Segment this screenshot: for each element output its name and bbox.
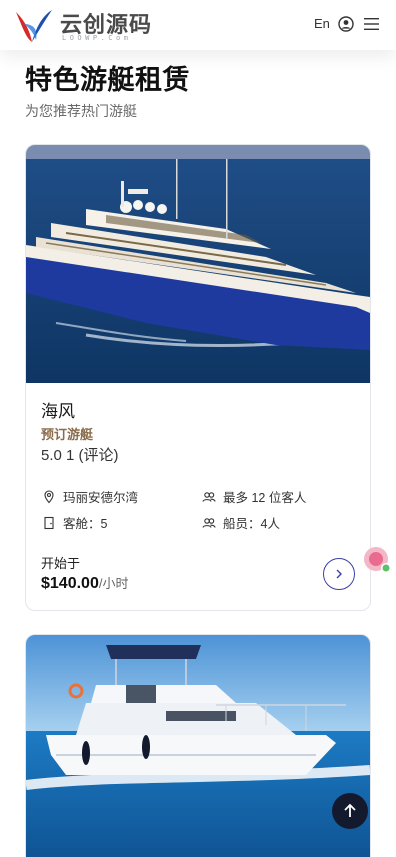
- yacht-card[interactable]: 海风 预订游艇 5.0 1 (评论) 玛丽安德尔湾 最多 12 位客人 客舱：5: [25, 144, 371, 611]
- view-details-button[interactable]: [323, 558, 355, 590]
- back-to-top-button[interactable]: [332, 793, 368, 829]
- yacht-photo[interactable]: [26, 635, 370, 857]
- user-circle-icon[interactable]: [338, 16, 354, 32]
- chat-widget-icon[interactable]: [362, 545, 392, 575]
- price-unit: /小时: [98, 576, 129, 591]
- price-value: $140.00/小时: [41, 573, 128, 593]
- crew-icon: [202, 517, 216, 528]
- page-title: 特色游艇租赁: [25, 65, 190, 96]
- arrow-up-icon: [344, 803, 356, 817]
- crew-text: 船员：4人: [223, 517, 280, 531]
- door-icon: [44, 516, 54, 529]
- page-subtitle: 为您推荐热门游艇: [25, 103, 137, 119]
- yacht-card[interactable]: [25, 634, 371, 857]
- yacht-name[interactable]: 海风: [41, 397, 75, 422]
- users-icon: [202, 491, 216, 502]
- logo-subtext: LOOWP.Com: [62, 34, 132, 42]
- yacht-rating: 5.0 1 (评论): [41, 447, 119, 464]
- language-switch[interactable]: En: [314, 16, 330, 31]
- price-amount: $140.00: [41, 575, 99, 592]
- map-pin-icon: [44, 489, 54, 503]
- yacht-type-label: 预订游艇: [41, 427, 94, 442]
- guests-text: 最多 12 位客人: [223, 491, 307, 505]
- site-logo[interactable]: 云创源码 LOOWP.Com: [12, 4, 162, 46]
- site-header: 云创源码 LOOWP.Com En: [0, 0, 396, 50]
- feature-cabins: 客舱：5: [42, 513, 107, 532]
- feature-guests: 最多 12 位客人: [202, 487, 306, 506]
- price-label: 开始于: [41, 556, 81, 571]
- chevron-right-icon: [336, 569, 342, 579]
- hamburger-menu-icon[interactable]: [364, 17, 379, 31]
- location-text: 玛丽安德尔湾: [63, 491, 139, 505]
- feature-crew: 船员：4人: [202, 513, 280, 532]
- feature-location: 玛丽安德尔湾: [42, 487, 138, 506]
- cabins-text: 客舱：5: [63, 517, 108, 531]
- yacht-photo[interactable]: [26, 145, 370, 383]
- logo-mark-icon: [16, 10, 52, 42]
